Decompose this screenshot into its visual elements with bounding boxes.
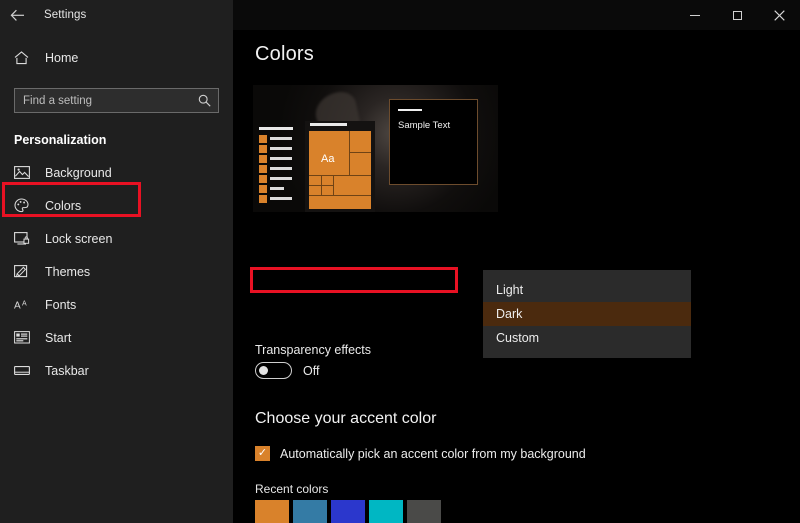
theme-preview: Aa Sample Text	[253, 85, 498, 212]
back-arrow-icon[interactable]	[0, 0, 34, 30]
dropdown-option-dark[interactable]: Dark	[483, 302, 691, 326]
auto-accent-checkbox-row[interactable]: ✓ Automatically pick an accent color fro…	[255, 446, 586, 461]
start-app-list-preview	[259, 127, 298, 212]
search-box[interactable]	[14, 88, 219, 113]
checkmark-icon: ✓	[257, 447, 268, 459]
title-bar: Settings	[0, 0, 800, 30]
maximize-button[interactable]	[716, 0, 758, 30]
sidebar-item-themes[interactable]: Themes	[0, 255, 233, 288]
accent-color-heading: Choose your accent color	[255, 410, 437, 427]
app-list-top-bar	[259, 127, 293, 130]
sidebar-item-taskbar-label: Taskbar	[45, 363, 89, 378]
toggle-knob	[259, 366, 268, 375]
dropdown-option-light[interactable]: Light	[483, 278, 691, 302]
sample-window-preview: Sample Text	[389, 99, 478, 185]
start-icon	[14, 330, 34, 346]
sample-window-title-bar	[398, 109, 422, 111]
recent-color-swatch[interactable]	[407, 500, 441, 523]
sidebar-item-background-label: Background	[45, 165, 112, 180]
sidebar-item-fonts[interactable]: A A Fonts	[0, 288, 233, 321]
transparency-effects-state: Off	[303, 363, 320, 378]
transparency-effects-label: Transparency effects	[255, 343, 372, 357]
sidebar-item-fonts-label: Fonts	[45, 297, 77, 312]
recent-color-swatch[interactable]	[255, 500, 289, 523]
sidebar-item-home-label: Home	[45, 51, 79, 65]
recent-colors-swatches	[255, 500, 441, 523]
sidebar-item-taskbar[interactable]: Taskbar	[0, 354, 233, 387]
window-controls	[233, 0, 800, 30]
themes-icon	[14, 264, 34, 280]
recent-color-swatch[interactable]	[293, 500, 327, 523]
title-bar-left: Settings	[0, 0, 233, 30]
search-icon[interactable]	[198, 94, 211, 107]
sidebar-item-start-label: Start	[45, 330, 72, 345]
sidebar-item-themes-label: Themes	[45, 264, 91, 279]
sidebar-item-lock-screen-label: Lock screen	[45, 231, 113, 246]
close-icon	[773, 9, 785, 21]
sample-window-text: Sample Text	[398, 120, 451, 131]
recent-color-swatch[interactable]	[331, 500, 365, 523]
sidebar-item-colors[interactable]: Colors	[0, 189, 233, 222]
tile-grid: Aa	[309, 131, 371, 209]
app-title: Settings	[44, 9, 87, 21]
tile-preview-text: Aa	[321, 153, 335, 165]
search-input[interactable]	[15, 94, 218, 107]
sidebar-item-colors-label: Colors	[45, 198, 82, 213]
page-title: Colors	[255, 43, 314, 65]
settings-window: Settings Home Find a setting Personaliza…	[0, 0, 800, 523]
recent-colors-label: Recent colors	[255, 482, 329, 496]
taskbar-icon	[14, 363, 34, 379]
close-button[interactable]	[758, 0, 800, 30]
recent-color-swatch[interactable]	[369, 500, 403, 523]
minimize-icon	[690, 14, 700, 16]
sidebar-nav-list: Background Colors Lock screen Themes A A…	[0, 156, 233, 387]
transparency-effects-toggle-row[interactable]: Off	[255, 362, 319, 379]
sidebar-item-lock-screen[interactable]: Lock screen	[0, 222, 233, 255]
dropdown-option-custom[interactable]: Custom	[483, 326, 691, 350]
sidebar-item-background[interactable]: Background	[0, 156, 233, 189]
sidebar: Home Personalization	[0, 30, 233, 523]
transparency-effects-toggle[interactable]	[255, 362, 292, 379]
sidebar-section-title: Personalization	[14, 133, 107, 147]
auto-accent-checkbox[interactable]: ✓	[255, 446, 270, 461]
home-icon	[14, 50, 34, 66]
minimize-button[interactable]	[674, 0, 716, 30]
main-content: Colors Aa Sample Text Transparency effec…	[233, 30, 800, 523]
fonts-icon: A A	[14, 297, 34, 313]
lock-screen-icon	[14, 231, 34, 247]
svg-text:A: A	[22, 301, 27, 308]
sidebar-item-home[interactable]: Home	[0, 38, 233, 78]
maximize-icon	[732, 10, 742, 20]
palette-icon	[14, 198, 34, 214]
sidebar-item-start[interactable]: Start	[0, 321, 233, 354]
tiles-top-bar	[310, 123, 347, 126]
image-icon	[14, 165, 34, 181]
color-mode-dropdown[interactable]: Light Dark Custom	[483, 270, 691, 358]
auto-accent-checkbox-label: Automatically pick an accent color from …	[280, 446, 586, 461]
start-tiles-preview: Aa	[305, 121, 375, 212]
svg-text:A: A	[14, 301, 21, 312]
